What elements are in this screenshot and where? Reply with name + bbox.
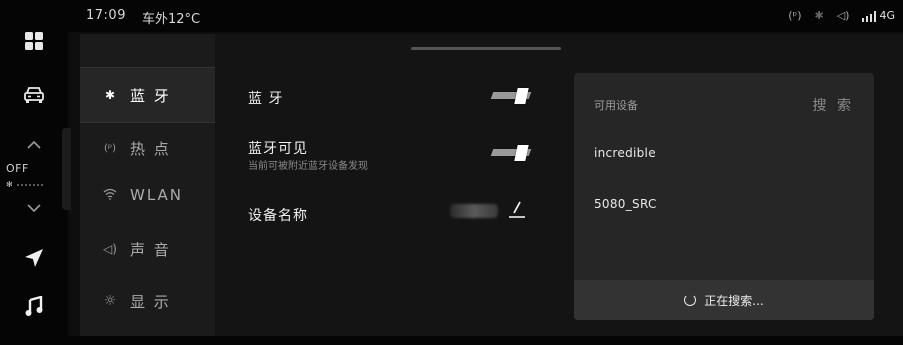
visibility-label: 蓝牙可见: [248, 141, 308, 157]
climate-down-button[interactable]: [0, 198, 68, 218]
device-name-value: [450, 204, 498, 218]
side-panel-handle[interactable]: [62, 128, 71, 210]
status-icons: (ᵖ) ✱ ◁) 4G: [788, 9, 895, 22]
visibility-description: 当前可被附近蓝牙设备发现: [248, 161, 368, 172]
fan-icon: ✻: [6, 180, 13, 189]
nav-item-label: 蓝 牙: [130, 86, 171, 105]
edit-name-button[interactable]: [508, 198, 526, 220]
pencil-icon: [509, 201, 525, 218]
brightness-icon: ☼: [103, 293, 117, 309]
bluetooth-icon: ✱: [104, 88, 116, 102]
hotspot-status-icon: (ᵖ): [788, 9, 802, 22]
nav-item-label: 显 示: [130, 292, 171, 311]
search-status: 正在搜索...: [704, 293, 764, 308]
device-item[interactable]: 5080_SRC: [594, 197, 657, 211]
hotspot-icon: (ᵖ): [103, 142, 117, 154]
available-devices-panel: 可用设备 搜 索 incredible 5080_SRC 正在搜索...: [574, 73, 874, 320]
devices-header: 可用设备: [594, 99, 638, 112]
left-dock: OFF ✻: [0, 0, 68, 345]
device-item[interactable]: incredible: [594, 146, 656, 160]
climate-state: OFF: [6, 162, 29, 175]
nav-item-hotspot[interactable]: (ᵖ) 热 点: [80, 121, 215, 175]
climate-up-button[interactable]: [0, 134, 68, 154]
chevron-down-icon: [27, 203, 41, 212]
bluetooth-status-icon: ✱: [814, 9, 824, 22]
search-button[interactable]: 搜 索: [813, 95, 854, 115]
wifi-icon: [102, 188, 118, 203]
volume-status-icon: ◁): [836, 9, 850, 22]
speaker-icon: ◁): [103, 242, 117, 256]
music-icon: [25, 296, 43, 316]
network-type: 4G: [879, 9, 895, 22]
nav-item-bluetooth[interactable]: ✱ 蓝 牙: [80, 67, 215, 123]
bottom-bar: [68, 336, 903, 345]
apps-icon: [25, 32, 43, 50]
music-button[interactable]: [0, 291, 68, 321]
car-button[interactable]: [0, 80, 68, 110]
bluetooth-toggle[interactable]: [490, 88, 532, 104]
status-time: 17:09: [86, 8, 126, 23]
nav-item-label: WLAN: [130, 186, 184, 204]
loading-spinner-icon: [684, 294, 697, 306]
nav-item-display[interactable]: ☼ 显 示: [80, 274, 215, 328]
navigation-icon: [25, 249, 43, 267]
nav-item-label: 热 点: [130, 139, 171, 158]
signal-icon: [862, 11, 877, 22]
nav-item-label: 声 音: [130, 240, 171, 259]
bluetooth-toggle-label: 蓝 牙: [248, 91, 284, 107]
search-status-bar: 正在搜索...: [574, 280, 874, 320]
device-name-label: 设备名称: [248, 208, 308, 224]
nav-item-wlan[interactable]: WLAN: [80, 168, 215, 222]
car-icon: [24, 87, 44, 103]
outside-temperature: 车外12°C: [142, 12, 201, 27]
navigation-button[interactable]: [0, 243, 68, 273]
chevron-up-icon: [27, 140, 41, 149]
car-settings-screen: OFF ✻ 17:09 车外12°C (ᵖ) ✱ ◁) 4G ✱ 蓝 牙 (ᵖ)…: [0, 0, 903, 345]
drag-handle[interactable]: [411, 47, 561, 50]
visibility-toggle[interactable]: [490, 145, 532, 161]
apps-button[interactable]: [0, 26, 68, 56]
fan-level-indicator: ✻: [6, 180, 43, 189]
nav-item-sound[interactable]: ◁) 声 音: [80, 222, 215, 276]
